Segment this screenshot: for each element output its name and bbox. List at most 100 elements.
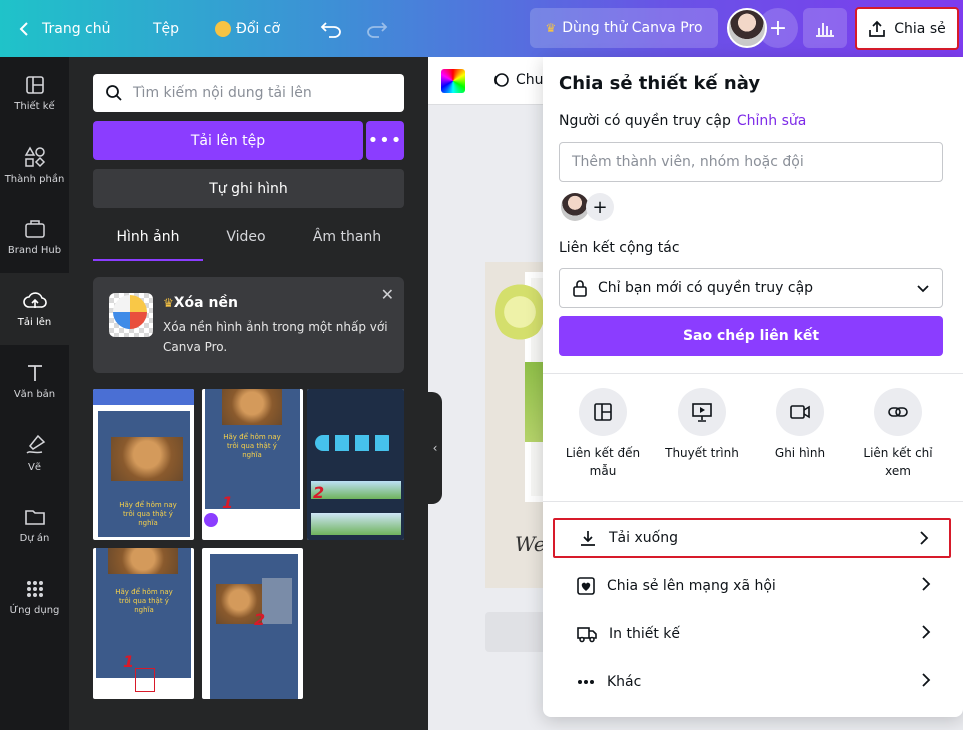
uploaded-image[interactable]: 2	[307, 389, 404, 540]
promo-text: Xóa nền hình ảnh trong một nhấp với Canv…	[163, 320, 388, 354]
draw-icon	[25, 434, 45, 454]
share-social-row[interactable]: Chia sẻ lên mạng xã hội	[553, 566, 951, 606]
file-menu[interactable]: Tệp	[153, 0, 179, 57]
edit-access-link[interactable]: Chỉnh sửa	[737, 113, 806, 129]
step-number: 2	[313, 483, 325, 502]
row-label: In thiết kế	[609, 626, 680, 642]
share-option-present[interactable]: Thuyết trình	[654, 388, 750, 462]
thumb-landscape	[311, 513, 401, 535]
side-rail: Thiết kế Thành phần Brand Hub Tải lên Vă…	[0, 57, 69, 730]
rail-item-design[interactable]: Thiết kế	[0, 57, 69, 129]
rail-item-brand-hub[interactable]: Brand Hub	[0, 201, 69, 273]
brand-hub-icon	[24, 219, 45, 238]
more-options-button[interactable]: •••	[366, 121, 404, 160]
chevron-down-icon	[917, 285, 929, 293]
tab-audio[interactable]: Âm thanh	[291, 229, 403, 261]
option-circle	[678, 388, 726, 436]
upload-cloud-icon	[22, 291, 47, 308]
script-text: We	[515, 532, 546, 556]
row-label: Tải xuống	[609, 530, 678, 546]
search-input[interactable]: Tìm kiếm nội dung tải lên	[93, 74, 404, 112]
promo-title-text: Xóa nền	[173, 295, 238, 311]
flower-image	[495, 282, 545, 342]
home-label: Trang chủ	[42, 20, 111, 37]
redo-button[interactable]	[366, 0, 388, 57]
top-bar: Trang chủ Tệp Đổi cỡ ♛ Dùng thử Canva Pr…	[0, 0, 963, 57]
cat-photo	[108, 548, 178, 574]
animate-button[interactable]: Chu	[492, 71, 544, 89]
rail-label: Thiết kế	[14, 100, 55, 112]
link-access-value: Chỉ bạn mới có quyền truy cập	[598, 280, 814, 296]
color-swatch[interactable]	[441, 69, 465, 93]
collapse-panel-button[interactable]: ‹	[428, 392, 442, 504]
share-button[interactable]: Chia sẻ	[855, 7, 959, 50]
apps-grid-icon	[26, 580, 43, 597]
uploaded-image[interactable]: 2	[202, 548, 303, 699]
chevron-right-icon	[922, 577, 931, 591]
share-option-template-link[interactable]: Liên kết đến mẫu	[555, 388, 651, 480]
animate-icon	[493, 73, 509, 87]
undo-button[interactable]	[320, 0, 342, 57]
uploaded-image[interactable]: Hãy để hôm nay trôi qua thật ý nghĩa	[93, 389, 194, 540]
home-button[interactable]: Trang chủ	[18, 0, 110, 57]
present-icon	[692, 403, 712, 422]
shapes-icon	[24, 145, 45, 167]
layout-icon	[25, 75, 44, 94]
divider	[543, 501, 963, 502]
text-icon	[27, 364, 42, 381]
add-person-button[interactable]: +	[586, 193, 614, 221]
step-number: 1	[222, 493, 234, 512]
chevron-left-icon	[19, 21, 28, 36]
resize-button[interactable]: Đổi cỡ	[215, 0, 280, 57]
lock-icon	[573, 280, 587, 297]
rail-label: Ứng dụng	[9, 604, 60, 616]
thumb-header	[93, 389, 194, 405]
chevron-right-icon	[922, 673, 931, 687]
cat-photo	[111, 437, 183, 481]
close-icon[interactable]: ✕	[381, 285, 394, 304]
rail-item-elements[interactable]: Thành phần	[0, 129, 69, 201]
share-option-view-link[interactable]: Liên kết chỉ xem	[850, 388, 946, 480]
option-label: Ghi hình	[774, 446, 826, 460]
upload-share-icon	[869, 20, 886, 37]
link-access-select[interactable]: Chỉ bạn mới có quyền truy cập	[559, 268, 943, 308]
rail-item-draw[interactable]: Vẽ	[0, 417, 69, 489]
tab-videos[interactable]: Video	[207, 229, 285, 261]
upload-files-button[interactable]: Tải lên tệp	[93, 121, 363, 160]
tab-images[interactable]: Hình ảnh	[93, 229, 203, 261]
print-design-row[interactable]: In thiết kế	[553, 614, 951, 654]
uploaded-image[interactable]: Hãy để hôm nay trôi qua thật ý nghĩa 1	[93, 548, 194, 699]
add-member-field[interactable]: Thêm thành viên, nhóm hoặc đội	[559, 142, 943, 182]
rail-label: Vẽ	[28, 461, 41, 473]
more-row[interactable]: Khác	[553, 662, 951, 702]
access-row: Người có quyền truy cập Chỉnh sửa	[559, 113, 806, 129]
insights-button[interactable]	[803, 8, 847, 48]
row-label: Khác	[607, 674, 642, 690]
divider	[543, 373, 963, 374]
access-label: Người có quyền truy cập	[559, 113, 731, 129]
avatar[interactable]	[727, 8, 767, 48]
search-placeholder: Tìm kiếm nội dung tải lên	[133, 85, 312, 101]
add-member-placeholder: Thêm thành viên, nhóm hoặc đội	[572, 154, 804, 170]
copy-link-button[interactable]: Sao chép liên kết	[559, 316, 943, 356]
uploaded-image[interactable]: Hãy để hôm nay trôi qua thật ý nghĩa 1	[202, 389, 303, 540]
share-title: Chia sẻ thiết kế này	[559, 73, 761, 94]
rail-item-text[interactable]: Văn bản	[0, 345, 69, 417]
rail-item-apps[interactable]: Ứng dụng	[0, 561, 69, 633]
cat-photo	[222, 389, 282, 425]
rail-label: Dự án	[19, 532, 50, 544]
link-icon	[888, 407, 908, 417]
rail-label: Brand Hub	[7, 244, 62, 256]
rail-item-uploads[interactable]: Tải lên	[0, 273, 69, 345]
highlight-box	[135, 668, 155, 692]
file-label: Tệp	[153, 20, 180, 37]
download-row[interactable]: Tải xuống	[553, 518, 951, 558]
rail-item-projects[interactable]: Dự án	[0, 489, 69, 561]
thumb-panel	[262, 578, 292, 624]
try-pro-button[interactable]: ♛ Dùng thử Canva Pro	[530, 8, 718, 48]
share-option-record[interactable]: Ghi hình	[752, 388, 848, 462]
thumb-shapes	[315, 435, 395, 451]
record-yourself-button[interactable]: Tự ghi hình	[93, 169, 404, 208]
option-circle	[874, 388, 922, 436]
truck-icon	[577, 627, 597, 643]
